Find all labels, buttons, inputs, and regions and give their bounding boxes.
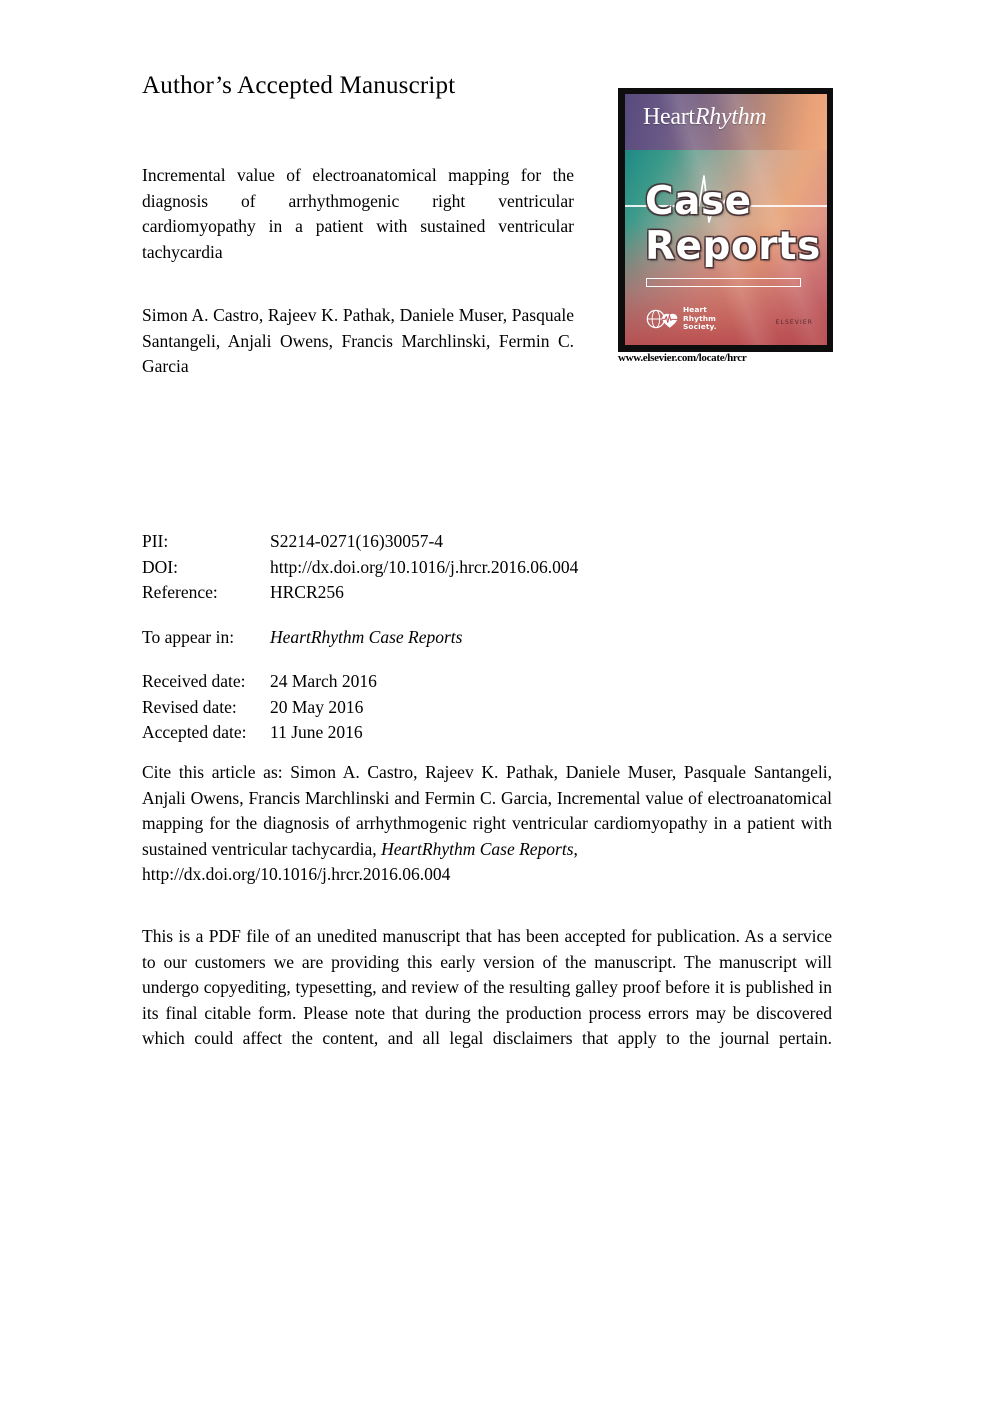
reference-label: Reference: [142,582,218,602]
received-date-label: Received date: [142,671,246,691]
metadata-row-accepted-date: Accepted date: 11 June 2016 [142,720,742,746]
masthead-heart-text: Heart [643,104,695,130]
metadata-row-pii: PII: S2214-0271(16)30057-4 [142,529,742,555]
revised-date-value: 20 May 2016 [270,696,364,717]
accepted-manuscript-heading: Author’s Accepted Manuscript [142,72,456,99]
heart-globe-icon [646,309,678,328]
citation-journal-name: HeartRhythm Case Reports [381,838,574,859]
metadata-row-to-appear-in: To appear in: HeartRhythm Case Reports [142,625,742,651]
pii-value: S2214-0271(16)30057-4 [270,531,444,551]
journal-homepage-url: www.elsevier.com/locate/hrcr [618,352,747,364]
journal-cover-artwork: HeartRhythm Case Reports Heart Rhythm So… [625,94,827,345]
citation-doi-line[interactable]: http://dx.doi.org/10.1016/j.hrcr.2016.06… [142,862,832,888]
cover-word-case: Case [645,179,752,224]
metadata-spacer-2 [142,650,742,669]
doi-value[interactable]: http://dx.doi.org/10.1016/j.hrcr.2016.06… [270,555,742,581]
publication-metadata: PII: S2214-0271(16)30057-4 DOI: http://d… [142,529,742,746]
journal-cover-frame: HeartRhythm Case Reports Heart Rhythm So… [618,88,833,352]
cover-masthead: HeartRhythm [643,104,767,131]
hrs-line-3: Society. [683,321,717,331]
reference-value: HRCR256 [270,582,344,602]
metadata-row-received-date: Received date: 24 March 2016 [142,669,742,695]
metadata-row-reference: Reference: HRCR256 [142,580,742,606]
metadata-spacer-1 [142,606,742,625]
accepted-date-label: Accepted date: [142,722,247,742]
cover-word-reports: Reports [645,224,821,269]
citation-comma: , [573,838,578,859]
pdf-disclaimer-paragraph: This is a PDF file of an unedited manusc… [142,926,832,1048]
accepted-date-value: 11 June 2016 [270,722,363,742]
pii-label: PII: [142,531,169,551]
heart-rhythm-society-logo: Heart Rhythm Society. [646,306,717,331]
revised-date-label: Revised date: [142,696,237,717]
manuscript-cover-page: Author’s Accepted Manuscript Incremental… [0,0,992,1403]
masthead-rhythm-text: Rhythm [694,104,767,130]
to-appear-in-label: To appear in: [142,626,235,647]
author-list: Simon A. Castro, Rajeev K. Pathak, Danie… [142,305,574,376]
metadata-row-revised-date: Revised date: 20 May 2016 [142,695,742,721]
heart-rhythm-society-text: Heart Rhythm Society. [683,306,717,331]
metadata-row-doi: DOI: http://dx.doi.org/10.1016/j.hrcr.20… [142,555,742,581]
elsevier-publisher-mark: ELSEVIER [775,319,813,326]
article-title: Incremental value of electroanatomical m… [142,165,574,262]
received-date-value: 24 March 2016 [270,671,377,691]
cover-rule-bar [646,278,801,287]
journal-cover: HeartRhythm Case Reports Heart Rhythm So… [618,88,833,352]
journal-name: HeartRhythm Case Reports [270,626,463,647]
doi-label: DOI: [142,556,178,577]
cite-this-article-block: Cite this article as: Simon A. Castro, R… [142,760,832,888]
